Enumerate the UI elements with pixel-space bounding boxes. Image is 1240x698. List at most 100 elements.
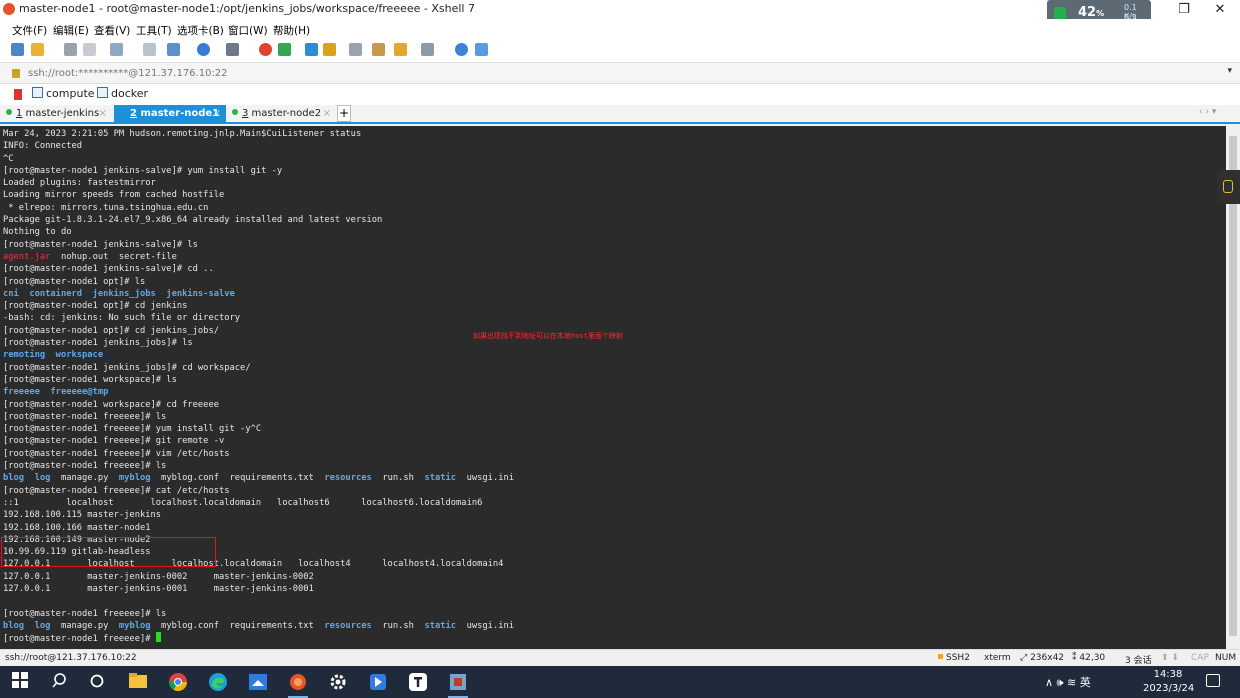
chrome-icon[interactable] — [168, 672, 188, 692]
maximize-button[interactable]: ❐ — [1166, 0, 1202, 19]
close-tab-icon[interactable]: × — [323, 105, 331, 123]
menu-help[interactable]: 帮助(H) — [273, 23, 310, 38]
close-tab-icon[interactable]: × — [99, 105, 107, 123]
terminal-line: [root@master-node1 opt]# ls — [3, 276, 514, 288]
menu-window[interactable]: 窗口(W) — [228, 23, 268, 38]
terminal-line: [root@master-node1 freeeee]# ls — [3, 608, 514, 620]
security-shield-icon — [1054, 7, 1066, 19]
address-dropdown-icon[interactable]: ▾ — [1227, 66, 1232, 76]
reconnect-icon[interactable] — [64, 43, 77, 56]
terminal-output[interactable]: Mar 24, 2023 2:21:05 PM hudson.remoting.… — [0, 126, 1226, 649]
status-arrows[interactable]: ⬆ ⬇ — [1161, 653, 1179, 663]
terminal-line: Mar 24, 2023 2:21:05 PM hudson.remoting.… — [3, 128, 514, 140]
close-tab-icon[interactable]: × — [213, 105, 221, 123]
system-tray[interactable]: ∧ 🕪 ≋ 英 — [1045, 674, 1091, 690]
terminal-text: [root@master-node1 opt]# cd jenkins — [3, 301, 188, 312]
terminal-line: 192.168.100.115 master-jenkins — [3, 509, 514, 521]
session-tab-bar: 1 master-jenkins × 2 master-node1 × 3 ma… — [0, 105, 1240, 124]
address-bar: ▾ — [0, 62, 1240, 84]
edge-icon[interactable] — [208, 672, 228, 692]
terminal-line: [root@master-node1 jenkins-salve]# yum i… — [3, 165, 514, 177]
terminal-line: cni containerd jenkins_jobs jenkins-salv… — [3, 288, 514, 300]
terminal-text: resources — [324, 620, 372, 631]
fullscreen-icon[interactable] — [305, 43, 318, 56]
terminal-text: [root@master-node1 workspace]# cd freeee… — [3, 399, 219, 410]
terminal-line: 192.168.100.166 master-node1 — [3, 522, 514, 534]
clock[interactable]: 14:38 2023/3/24 — [1143, 668, 1194, 696]
new-session-icon[interactable] — [11, 43, 24, 56]
terminal-scrollbar[interactable] — [1226, 126, 1240, 649]
add-tab-button[interactable]: + — [337, 105, 351, 122]
tab-layout-icon[interactable] — [421, 43, 434, 56]
tab-master-node2[interactable]: 3 master-node2 × — [226, 105, 336, 124]
protocol-icon — [938, 654, 943, 659]
bookmark-flag-icon[interactable] — [14, 89, 22, 100]
font-icon[interactable] — [226, 43, 239, 56]
disconnect-icon[interactable] — [83, 43, 96, 56]
terminal-line: [root@master-node1 freeeee]# git remote … — [3, 435, 514, 447]
terminal-text: static — [424, 620, 457, 631]
terminal-text: [root@master-node1 jenkins_jobs]# ls — [3, 338, 193, 349]
terminal-line: [root@master-node1 jenkins_jobs]# cd wor… — [3, 362, 514, 374]
close-button[interactable]: ✕ — [1202, 0, 1238, 19]
menu-edit[interactable]: 编辑(E) — [53, 23, 89, 38]
menu-tools[interactable]: 工具(T) — [136, 23, 172, 38]
menu-file[interactable]: 文件(F) — [12, 23, 47, 38]
highlight-icon[interactable] — [372, 43, 385, 56]
lock-icon[interactable] — [323, 43, 336, 56]
terminal-text: cni containerd jenkins_jobs jenkins-salv… — [3, 288, 235, 299]
task-view-icon[interactable] — [88, 672, 108, 692]
terminal-text: INFO: Connected — [3, 141, 83, 152]
notification-icon[interactable] — [1206, 674, 1220, 687]
windows-start-icon[interactable] — [12, 672, 32, 692]
scrollbar-thumb[interactable] — [1229, 136, 1237, 636]
vmware-icon[interactable] — [448, 672, 468, 698]
terminal-line: [root@master-node1 freeeee]# ls — [3, 460, 514, 472]
tab-master-jenkins[interactable]: 1 master-jenkins × — [0, 105, 112, 124]
pinned-app-blue-icon[interactable] — [368, 672, 388, 692]
keyboard-icon[interactable] — [349, 43, 362, 56]
terminal-text: uwsgi.ini — [456, 620, 515, 631]
menu-tabs[interactable]: 选项卡(B) — [177, 23, 224, 38]
status-term: xterm — [984, 653, 1011, 663]
xmanager-icon[interactable] — [278, 43, 291, 56]
script-icon[interactable] — [394, 43, 407, 56]
properties-icon[interactable] — [110, 43, 123, 56]
globe-icon[interactable] — [197, 43, 210, 56]
terminal-text: [root@master-node1 jenkins-salve]# yum i… — [3, 165, 283, 176]
file-explorer-icon[interactable] — [128, 672, 148, 692]
clipboard-icon — [1223, 180, 1233, 193]
xftp-icon[interactable] — [259, 43, 272, 56]
terminal-line: [root@master-node1 workspace]# ls — [3, 374, 514, 386]
terminal-text: [root@master-node1 workspace]# ls — [3, 374, 177, 385]
settings-gear-icon[interactable] — [328, 672, 348, 692]
connected-dot-icon — [6, 109, 12, 115]
help-icon[interactable] — [455, 43, 468, 56]
open-folder-icon[interactable] — [31, 43, 44, 56]
link-docker[interactable]: docker — [97, 87, 148, 100]
search-icon[interactable] — [52, 672, 72, 692]
terminal-line: [root@master-node1 freeeee]# ls — [3, 411, 514, 423]
terminal-line: Loading mirror speeds from cached hostfi… — [3, 189, 514, 201]
side-panel-handle[interactable] — [1217, 170, 1240, 204]
link-compute[interactable]: compute — [32, 87, 95, 100]
terminal-text: [root@master-node1 jenkins_jobs]# cd wor… — [3, 362, 251, 373]
tab-master-node1[interactable]: 2 master-node1 × — [114, 105, 226, 124]
menu-view[interactable]: 查看(V) — [94, 23, 130, 38]
xshell-task-icon[interactable] — [288, 672, 308, 698]
lock-icon — [12, 69, 20, 78]
typora-icon[interactable] — [408, 672, 428, 692]
connected-dot-icon — [232, 109, 238, 115]
terminal-line: agent.jar nohup.out secret-file — [3, 251, 514, 263]
layout-icon[interactable] — [167, 43, 180, 56]
status-sessions[interactable]: 3 会话 — [1125, 653, 1152, 666]
terminal-cursor — [155, 632, 161, 643]
windows-taskbar: ∧ 🕪 ≋ 英 14:38 2023/3/24 — [0, 666, 1240, 698]
terminal-text: static — [424, 473, 457, 484]
remote-desktop-icon[interactable] — [248, 672, 268, 692]
chat-icon[interactable] — [475, 43, 488, 56]
tab-nav-arrows[interactable]: ‹ › ▾ — [1199, 107, 1216, 117]
find-icon[interactable] — [143, 43, 156, 56]
address-input[interactable] — [26, 65, 1216, 82]
